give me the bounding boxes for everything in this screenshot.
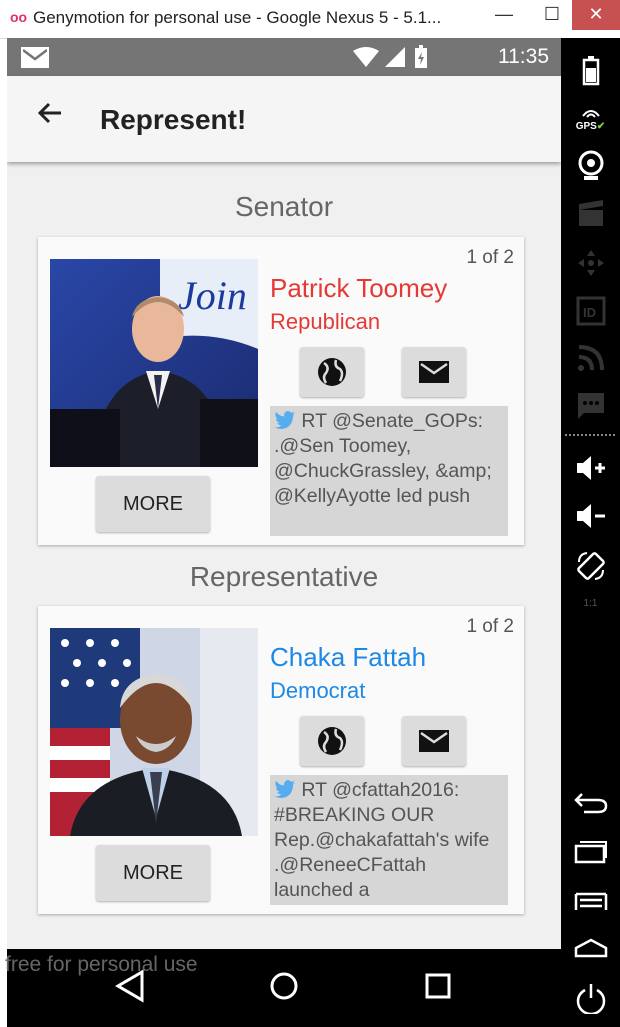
dpad-icon[interactable]	[561, 248, 620, 285]
power-icon[interactable]	[561, 982, 620, 1021]
representative-party: Democrat	[270, 678, 366, 703]
twitter-icon	[274, 411, 295, 429]
recents-key-icon[interactable]	[561, 840, 620, 871]
status-time: 11:35	[498, 45, 549, 68]
arrow-back-icon[interactable]	[35, 98, 65, 136]
nav-home-icon[interactable]	[270, 972, 298, 1000]
tweet-text: RT @Senate_GOPs: .@Sen Toomey, @ChuckGra…	[274, 410, 492, 507]
senator-photo: Join u	[50, 259, 258, 467]
emulator-toolbar: GPS✔ ID 1:1	[561, 38, 620, 1027]
representative-photo	[50, 628, 258, 836]
card-counter: 1 of 2	[466, 616, 514, 637]
email-button[interactable]	[402, 347, 466, 397]
website-button[interactable]	[300, 716, 364, 766]
twitter-icon	[274, 780, 295, 798]
webcam-icon[interactable]	[561, 150, 620, 189]
volume-up-icon[interactable]	[561, 454, 620, 489]
mail-notification-icon	[21, 47, 49, 68]
website-button[interactable]	[300, 347, 364, 397]
section-title-representative: Representative	[189, 561, 379, 592]
status-bar: 11:35	[7, 38, 561, 76]
senator-name[interactable]: Patrick Toomey	[270, 273, 447, 304]
signal-icons	[351, 45, 451, 75]
app-bar: Represent!	[7, 76, 561, 162]
mail-icon	[419, 730, 449, 752]
email-button[interactable]	[402, 716, 466, 766]
back-key-icon[interactable]	[561, 790, 620, 821]
app-title: Represent!	[100, 104, 247, 135]
card-counter: 1 of 2	[466, 247, 514, 268]
genymotion-logo-icon: oo	[10, 9, 28, 25]
tweet-box: RT @Senate_GOPs: .@Sen Toomey, @ChuckGra…	[270, 406, 508, 536]
representative-card: 1 of 2 Chaka Fattah Democrat MORE RT @cf…	[38, 606, 524, 914]
pixel-perfect-icon[interactable]: 1:1	[561, 598, 620, 609]
ratio-label: 1:1	[583, 598, 598, 609]
window-title-bar: oo Genymotion for personal use - Google …	[0, 0, 620, 39]
close-button[interactable]: ✕	[572, 0, 620, 30]
gps-icon[interactable]: GPS✔	[561, 108, 620, 132]
identifiers-icon[interactable]: ID	[561, 296, 620, 333]
tweet-box: RT @cfattah2016: #BREAKING OUR Rep.@chak…	[270, 775, 508, 905]
globe-icon	[318, 358, 346, 386]
svg-text:Join u: Join u	[178, 273, 258, 318]
window-title: Genymotion for personal use - Google Nex…	[33, 8, 442, 27]
android-screen: 11:35 Represent! Senator 1 of 2 Join u	[7, 38, 561, 1027]
section-title-senator: Senator	[234, 191, 334, 222]
gps-label: GPS	[575, 121, 597, 132]
nav-recents-icon[interactable]	[425, 973, 451, 999]
representative-name[interactable]: Chaka Fattah	[270, 642, 426, 673]
toolbar-separator	[565, 434, 615, 436]
more-button[interactable]: MORE	[96, 845, 210, 901]
senator-party: Republican	[270, 309, 381, 334]
globe-icon	[318, 727, 346, 755]
watermark: free for personal use	[5, 953, 198, 976]
senator-card: 1 of 2 Join u Patrick Toomey Republican	[38, 237, 524, 545]
svg-text:ID: ID	[583, 305, 596, 320]
sms-icon[interactable]	[561, 391, 620, 428]
maximize-button[interactable]: ☐	[532, 0, 572, 30]
tweet-text: RT @cfattah2016: #BREAKING OUR Rep.@chak…	[274, 779, 490, 901]
video-capture-icon[interactable]	[561, 200, 620, 235]
battery-icon[interactable]	[561, 56, 620, 93]
menu-key-icon[interactable]	[561, 890, 620, 921]
volume-down-icon[interactable]	[561, 502, 620, 537]
more-button[interactable]: MORE	[96, 476, 210, 532]
minimize-button[interactable]: —	[484, 0, 524, 30]
network-icon[interactable]	[561, 343, 620, 380]
rotate-icon[interactable]	[561, 550, 620, 589]
home-key-icon[interactable]	[561, 936, 620, 967]
mail-icon	[419, 361, 449, 383]
